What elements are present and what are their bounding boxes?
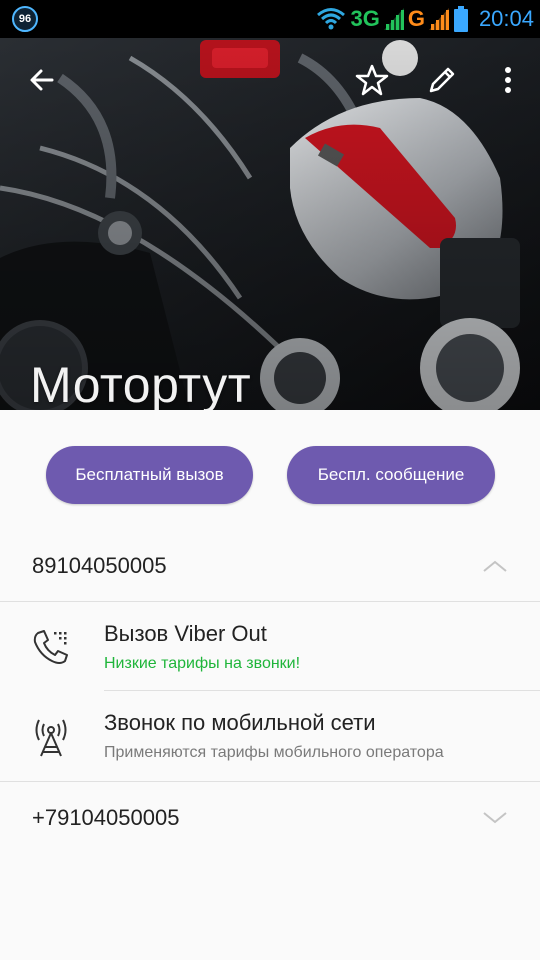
more-vertical-icon xyxy=(505,67,511,93)
favorite-button[interactable] xyxy=(348,56,396,104)
status-bar: 96 3G G 20:04 xyxy=(0,0,540,38)
free-message-button[interactable]: Беспл. сообщение xyxy=(287,446,495,504)
divider xyxy=(0,601,540,602)
network-g-label: G xyxy=(407,6,425,31)
chevron-up-icon[interactable] xyxy=(482,559,508,573)
edit-button[interactable] xyxy=(418,56,466,104)
contact-name: Мотортут xyxy=(30,357,252,410)
status-icons: 3G G 20:04 xyxy=(316,0,534,38)
option-title: Звонок по мобильной сети xyxy=(104,710,376,735)
phone-viber-out-icon xyxy=(30,627,72,669)
option-subtitle: Низкие тарифы на звонки! xyxy=(104,655,301,672)
divider xyxy=(104,690,540,691)
option-subtitle: Применяются тарифы мобильного оператора xyxy=(104,744,444,761)
phone-number: 89104050005 xyxy=(32,553,167,578)
option-title: Вызов Viber Out xyxy=(104,621,267,646)
chevron-down-icon[interactable] xyxy=(482,811,508,825)
star-outline-icon xyxy=(355,64,389,96)
phone-number-row[interactable]: 89104050005 xyxy=(0,536,540,596)
back-button[interactable] xyxy=(18,56,66,104)
network-3g-label: 3G xyxy=(350,6,380,31)
clock: 20:04 xyxy=(478,6,534,31)
signal-icon xyxy=(383,8,404,30)
phone-number: +79104050005 xyxy=(32,805,180,830)
signal-icon-2 xyxy=(428,8,449,30)
arrow-left-icon xyxy=(30,69,54,91)
cell-tower-icon xyxy=(30,716,72,758)
viber-out-call-option[interactable]: Вызов Viber Out Низкие тарифы на звонки! xyxy=(0,603,540,691)
pencil-icon xyxy=(429,67,455,93)
free-call-button[interactable]: Бесплатный вызов xyxy=(46,446,253,504)
phone-number-row[interactable]: +79104050005 xyxy=(0,788,540,848)
more-options-button[interactable] xyxy=(484,56,532,104)
contact-toolbar xyxy=(0,38,540,128)
contact-photo: Мотортут xyxy=(0,38,540,410)
mobile-network-call-option[interactable]: Звонок по мобильной сети Применяются тар… xyxy=(0,692,540,780)
notification-badge: 96 xyxy=(12,6,38,32)
divider xyxy=(0,781,540,782)
wifi-icon xyxy=(316,7,346,31)
battery-icon xyxy=(453,6,469,32)
